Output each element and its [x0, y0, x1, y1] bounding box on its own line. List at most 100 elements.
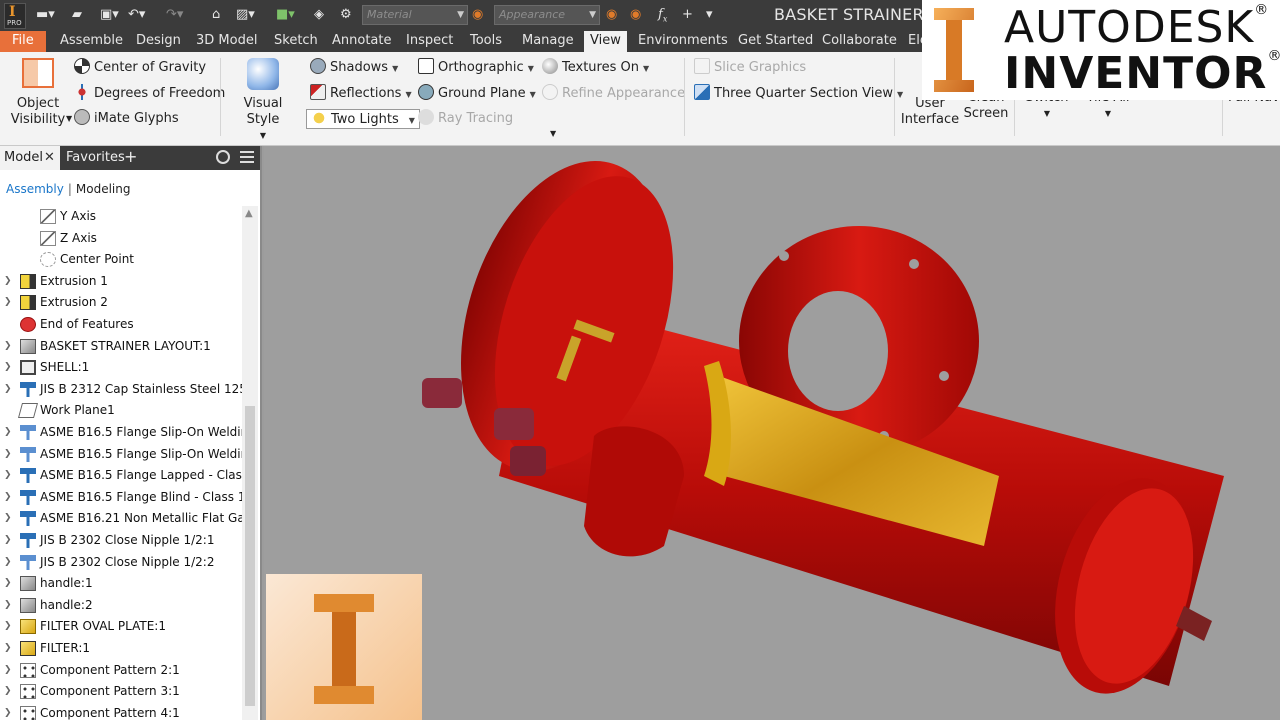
- open-icon[interactable]: ▰: [72, 6, 82, 24]
- tab-environments[interactable]: Environments: [632, 31, 734, 52]
- imate-glyphs-button[interactable]: iMate Glyphs: [74, 109, 179, 129]
- new-icon[interactable]: ▬▾: [36, 6, 55, 24]
- adjust-appearance-icon[interactable]: ◉: [606, 6, 617, 24]
- panel-expand-icon[interactable]: ▼: [550, 128, 556, 140]
- clear-appearance-icon[interactable]: ◉: [630, 6, 641, 24]
- customize-chevron-icon[interactable]: ▾: [706, 6, 713, 24]
- tab-annotate[interactable]: Annotate: [326, 31, 397, 52]
- expand-chevron-icon[interactable]: ❯: [4, 660, 14, 681]
- browser-tree-row[interactable]: ❯ Component Pattern 2:1: [0, 660, 242, 681]
- browser-tree-row[interactable]: ❯ Component Pattern 3:1: [0, 681, 242, 702]
- visual-style-button[interactable]: Visual Style ▼: [228, 58, 298, 144]
- textures-on-button[interactable]: Textures On ▼: [542, 58, 649, 78]
- browser-tree-row[interactable]: ❯ Extrusion 1: [0, 271, 242, 292]
- tab-file[interactable]: File: [0, 31, 46, 52]
- expand-chevron-icon[interactable]: ❯: [4, 357, 14, 378]
- degrees-of-freedom-button[interactable]: Degrees of Freedom: [74, 84, 225, 104]
- tab-view[interactable]: View: [584, 31, 627, 52]
- measure-icon[interactable]: ◈: [314, 6, 324, 24]
- mode-assembly[interactable]: Assembly: [6, 182, 64, 196]
- expand-chevron-icon[interactable]: ❯: [4, 379, 14, 400]
- browser-tree-row[interactable]: ❯ handle:1: [0, 573, 242, 594]
- tab-tools[interactable]: Tools: [464, 31, 508, 52]
- expand-chevron-icon[interactable]: ❯: [4, 271, 14, 292]
- browser-tree-row[interactable]: End of Features: [0, 314, 242, 335]
- chevron-down-icon[interactable]: ▼: [66, 109, 72, 129]
- slice-graphics-button[interactable]: Slice Graphics: [694, 58, 806, 78]
- update-icon[interactable]: ■▾: [276, 6, 295, 24]
- browser-tree-row[interactable]: ❯ Extrusion 2: [0, 292, 242, 313]
- center-of-gravity-button[interactable]: Center of Gravity: [74, 58, 206, 78]
- ray-tracing-button[interactable]: Ray Tracing: [418, 109, 513, 129]
- browser-tree-row[interactable]: Z Axis: [0, 228, 242, 249]
- browser-tree-row[interactable]: ❯ SHELL:1: [0, 357, 242, 378]
- scrollbar-thumb[interactable]: [245, 406, 255, 706]
- browser-tree-row[interactable]: ❯ ASME B16.5 Flange Slip-On Welding - C: [0, 444, 242, 465]
- ground-plane-button[interactable]: Ground Plane ▼: [418, 84, 536, 104]
- tab-inspect[interactable]: Inspect: [400, 31, 459, 52]
- three-quarter-section-button[interactable]: Three Quarter Section View ▼: [694, 84, 903, 104]
- tab-sketch[interactable]: Sketch: [268, 31, 324, 52]
- inventor-app-icon[interactable]: I PRO: [4, 3, 26, 29]
- browser-tree-row[interactable]: ❯ Component Pattern 4:1: [0, 703, 242, 720]
- browser-tree-row[interactable]: ❯ ASME B16.5 Flange Lapped - Class 150: [0, 465, 242, 486]
- menu-icon[interactable]: [240, 151, 254, 163]
- browser-tree-row[interactable]: ❯ FILTER:1: [0, 638, 242, 659]
- browser-tree-row[interactable]: Center Point: [0, 249, 242, 270]
- expand-chevron-icon[interactable]: ❯: [4, 552, 14, 573]
- browser-tree-row[interactable]: ❯ JIS B 2302 Close Nipple 1/2:1: [0, 530, 242, 551]
- close-icon[interactable]: ✕: [44, 146, 55, 170]
- material-combo[interactable]: Material ▼: [362, 5, 468, 25]
- browser-tree-row[interactable]: ❯ ASME B16.5 Flange Blind - Class 150 5:: [0, 487, 242, 508]
- refine-appearance-button[interactable]: Refine Appearance: [542, 84, 685, 104]
- expand-chevron-icon[interactable]: ❯: [4, 487, 14, 508]
- expand-chevron-icon[interactable]: ❯: [4, 681, 14, 702]
- tab-manage[interactable]: Manage: [516, 31, 580, 52]
- browser-tree-row[interactable]: Y Axis: [0, 206, 242, 227]
- tab-3d-model[interactable]: 3D Model: [190, 31, 263, 52]
- reflections-button[interactable]: Reflections ▼: [310, 84, 412, 104]
- expand-chevron-icon[interactable]: ❯: [4, 616, 14, 637]
- tab-design[interactable]: Design: [130, 31, 187, 52]
- browser-tree-row[interactable]: Work Plane1: [0, 400, 242, 421]
- lighting-style-combo[interactable]: Two Lights ▼: [306, 109, 420, 129]
- orthographic-button[interactable]: Orthographic ▼: [418, 58, 534, 78]
- mode-modeling[interactable]: Modeling: [76, 182, 131, 196]
- expand-chevron-icon[interactable]: ❯: [4, 573, 14, 594]
- tab-collaborate[interactable]: Collaborate: [816, 31, 903, 52]
- redo-icon[interactable]: ↷▾: [166, 6, 183, 24]
- browser-tree-row[interactable]: ❯ JIS B 2312 Cap Stainless Steel 125A x: [0, 379, 242, 400]
- browser-tree-row[interactable]: ❯ ASME B16.5 Flange Slip-On Welding - C: [0, 422, 242, 443]
- browser-tree-row[interactable]: ❯ ASME B16.21 Non Metallic Flat Gasket I: [0, 508, 242, 529]
- parameters-fx-icon[interactable]: fx: [658, 6, 667, 24]
- expand-chevron-icon[interactable]: ❯: [4, 465, 14, 486]
- tab-assemble[interactable]: Assemble: [54, 31, 129, 52]
- expand-chevron-icon[interactable]: ❯: [4, 292, 14, 313]
- expand-chevron-icon[interactable]: ❯: [4, 530, 14, 551]
- appearance-combo[interactable]: Appearance ▼: [494, 5, 600, 25]
- expand-chevron-icon[interactable]: ❯: [4, 422, 14, 443]
- add-tab-icon[interactable]: +: [124, 146, 137, 168]
- scroll-up-icon[interactable]: ▲: [245, 208, 253, 219]
- home-icon[interactable]: ⌂: [212, 6, 220, 24]
- expand-chevron-icon[interactable]: ❯: [4, 508, 14, 529]
- plus-icon[interactable]: +: [682, 6, 693, 24]
- object-visibility-button[interactable]: Object Visibility: [8, 58, 68, 128]
- expand-chevron-icon[interactable]: ❯: [4, 595, 14, 616]
- undo-icon[interactable]: ↶▾: [128, 6, 145, 24]
- expand-chevron-icon[interactable]: ❯: [4, 444, 14, 465]
- image-icon[interactable]: ▨▾: [236, 6, 255, 24]
- browser-tree-row[interactable]: ❯ handle:2: [0, 595, 242, 616]
- settings-icon[interactable]: ⚙: [340, 6, 352, 24]
- expand-chevron-icon[interactable]: ❯: [4, 638, 14, 659]
- search-icon[interactable]: [216, 150, 230, 164]
- tab-get-started[interactable]: Get Started: [732, 31, 819, 52]
- browser-tree-row[interactable]: ❯ FILTER OVAL PLATE:1: [0, 616, 242, 637]
- browser-tree-row[interactable]: ❯ JIS B 2302 Close Nipple 1/2:2: [0, 552, 242, 573]
- shadows-button[interactable]: Shadows ▼: [310, 58, 398, 78]
- browser-tree-row[interactable]: ❯ BASKET STRAINER LAYOUT:1: [0, 336, 242, 357]
- expand-chevron-icon[interactable]: ❯: [4, 336, 14, 357]
- tab-favorites[interactable]: Favorites: [66, 146, 125, 170]
- appearance-ball-icon[interactable]: ◉: [472, 6, 483, 24]
- browser-scrollbar[interactable]: ▲: [242, 206, 258, 720]
